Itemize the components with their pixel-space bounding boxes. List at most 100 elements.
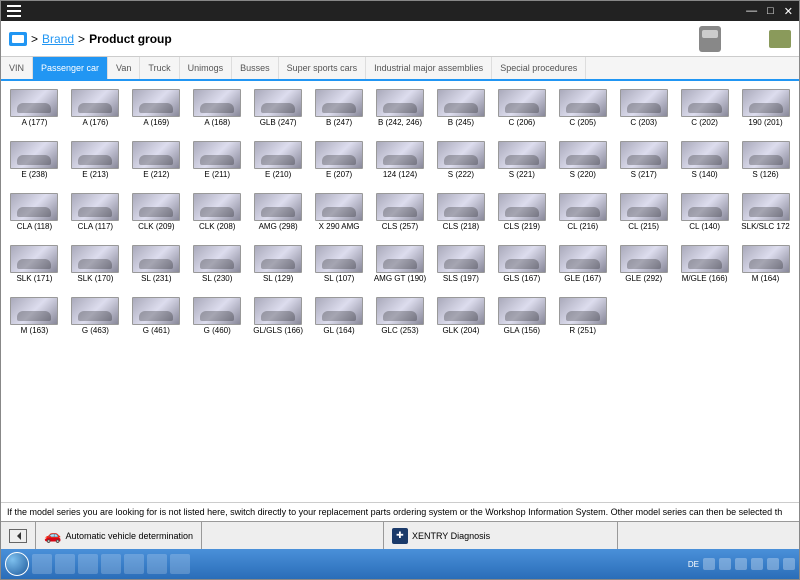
print-icon[interactable] bbox=[769, 30, 791, 48]
model-cell[interactable]: S (217) bbox=[614, 139, 673, 189]
model-cell[interactable]: X 290 AMG bbox=[310, 191, 369, 241]
model-cell[interactable]: E (213) bbox=[66, 139, 125, 189]
model-cell[interactable]: GL (164) bbox=[310, 295, 369, 345]
start-button[interactable] bbox=[5, 552, 29, 576]
breadcrumb-brand[interactable]: Brand bbox=[42, 32, 74, 46]
taskbar-app-icon[interactable] bbox=[170, 554, 190, 574]
tab-van[interactable]: Van bbox=[108, 57, 140, 79]
model-cell[interactable]: G (460) bbox=[188, 295, 247, 345]
model-cell[interactable]: SL (107) bbox=[310, 243, 369, 293]
home-icon[interactable] bbox=[9, 32, 27, 46]
tray-icon[interactable] bbox=[751, 558, 763, 570]
model-cell[interactable]: CLK (208) bbox=[188, 191, 247, 241]
model-cell[interactable]: E (212) bbox=[127, 139, 186, 189]
model-cell[interactable]: GL/GLS (166) bbox=[249, 295, 308, 345]
model-cell[interactable]: SL (231) bbox=[127, 243, 186, 293]
taskbar-app-icon[interactable] bbox=[55, 554, 75, 574]
tab-passenger-car[interactable]: Passenger car bbox=[33, 57, 108, 79]
minimize-button[interactable]: — bbox=[746, 5, 757, 18]
tab-industrial-major-assemblies[interactable]: Industrial major assemblies bbox=[366, 57, 492, 79]
model-cell[interactable]: M (164) bbox=[736, 243, 795, 293]
model-cell[interactable]: SL (129) bbox=[249, 243, 308, 293]
model-cell[interactable]: SLK (170) bbox=[66, 243, 125, 293]
model-cell[interactable]: B (245) bbox=[431, 87, 490, 137]
model-thumbnail bbox=[742, 89, 790, 117]
model-cell[interactable]: M/GLE (166) bbox=[675, 243, 734, 293]
model-cell[interactable]: S (126) bbox=[736, 139, 795, 189]
model-label: SLK (170) bbox=[77, 275, 113, 291]
model-cell[interactable]: G (461) bbox=[127, 295, 186, 345]
model-cell[interactable]: A (169) bbox=[127, 87, 186, 137]
model-cell[interactable]: C (202) bbox=[675, 87, 734, 137]
menu-icon[interactable] bbox=[7, 5, 21, 17]
model-cell[interactable]: A (168) bbox=[188, 87, 247, 137]
model-cell[interactable]: C (203) bbox=[614, 87, 673, 137]
model-cell[interactable]: GLB (247) bbox=[249, 87, 308, 137]
model-cell[interactable]: CLK (209) bbox=[127, 191, 186, 241]
taskbar-app-icon[interactable] bbox=[147, 554, 167, 574]
close-button[interactable]: ✕ bbox=[784, 5, 793, 18]
tray-icon[interactable] bbox=[735, 558, 747, 570]
maximize-button[interactable]: □ bbox=[767, 5, 774, 18]
model-cell[interactable]: AMG GT (190) bbox=[371, 243, 430, 293]
tray-icon[interactable] bbox=[719, 558, 731, 570]
model-cell[interactable]: CL (140) bbox=[675, 191, 734, 241]
model-cell[interactable]: R (251) bbox=[553, 295, 612, 345]
model-cell[interactable]: CLS (219) bbox=[492, 191, 551, 241]
auto-vehicle-button[interactable]: 🚗 Automatic vehicle determination bbox=[36, 522, 202, 549]
xentry-button[interactable]: ✚ XENTRY Diagnosis bbox=[383, 522, 618, 549]
model-cell[interactable]: S (222) bbox=[431, 139, 490, 189]
model-cell[interactable]: GLE (292) bbox=[614, 243, 673, 293]
model-cell[interactable]: 190 (201) bbox=[736, 87, 795, 137]
model-cell[interactable]: GLK (204) bbox=[431, 295, 490, 345]
model-cell[interactable]: B (247) bbox=[310, 87, 369, 137]
tab-vin[interactable]: VIN bbox=[1, 57, 33, 79]
model-cell[interactable]: CLS (257) bbox=[371, 191, 430, 241]
model-cell[interactable]: SLK/SLC 172 bbox=[736, 191, 795, 241]
model-cell[interactable]: E (238) bbox=[5, 139, 64, 189]
model-cell[interactable]: CL (216) bbox=[553, 191, 612, 241]
model-cell[interactable]: GLC (253) bbox=[371, 295, 430, 345]
model-cell[interactable]: E (210) bbox=[249, 139, 308, 189]
tab-unimogs[interactable]: Unimogs bbox=[180, 57, 233, 79]
model-cell[interactable]: GLS (167) bbox=[492, 243, 551, 293]
model-cell[interactable]: SLS (197) bbox=[431, 243, 490, 293]
model-cell[interactable]: G (463) bbox=[66, 295, 125, 345]
taskbar-app-icon[interactable] bbox=[101, 554, 121, 574]
language-indicator[interactable]: DE bbox=[688, 560, 699, 569]
model-cell[interactable]: A (177) bbox=[5, 87, 64, 137]
model-thumbnail bbox=[376, 245, 424, 273]
tab-super-sports-cars[interactable]: Super sports cars bbox=[279, 57, 367, 79]
model-cell[interactable]: SLK (171) bbox=[5, 243, 64, 293]
tab-truck[interactable]: Truck bbox=[140, 57, 179, 79]
model-cell[interactable]: GLA (156) bbox=[492, 295, 551, 345]
model-cell[interactable]: B (242, 246) bbox=[371, 87, 430, 137]
assistant-icon[interactable] bbox=[699, 26, 721, 52]
model-cell[interactable]: SL (230) bbox=[188, 243, 247, 293]
model-cell[interactable]: CLS (218) bbox=[431, 191, 490, 241]
taskbar-app-icon[interactable] bbox=[78, 554, 98, 574]
back-button[interactable] bbox=[1, 522, 36, 549]
model-cell[interactable]: CL (215) bbox=[614, 191, 673, 241]
model-cell[interactable]: C (206) bbox=[492, 87, 551, 137]
model-cell[interactable]: S (221) bbox=[492, 139, 551, 189]
model-cell[interactable]: M (163) bbox=[5, 295, 64, 345]
taskbar-app-icon[interactable] bbox=[124, 554, 144, 574]
model-cell[interactable]: GLE (167) bbox=[553, 243, 612, 293]
model-cell[interactable]: E (211) bbox=[188, 139, 247, 189]
model-cell[interactable]: S (140) bbox=[675, 139, 734, 189]
model-cell[interactable]: 124 (124) bbox=[371, 139, 430, 189]
model-cell[interactable]: A (176) bbox=[66, 87, 125, 137]
tray-icon[interactable] bbox=[783, 558, 795, 570]
model-cell[interactable]: C (205) bbox=[553, 87, 612, 137]
model-cell[interactable]: E (207) bbox=[310, 139, 369, 189]
tab-special-procedures[interactable]: Special procedures bbox=[492, 57, 586, 79]
model-cell[interactable]: CLA (118) bbox=[5, 191, 64, 241]
model-cell[interactable]: AMG (298) bbox=[249, 191, 308, 241]
tray-icon[interactable] bbox=[767, 558, 779, 570]
model-cell[interactable]: CLA (117) bbox=[66, 191, 125, 241]
tray-icon[interactable] bbox=[703, 558, 715, 570]
model-cell[interactable]: S (220) bbox=[553, 139, 612, 189]
taskbar-app-icon[interactable] bbox=[32, 554, 52, 574]
tab-busses[interactable]: Busses bbox=[232, 57, 279, 79]
